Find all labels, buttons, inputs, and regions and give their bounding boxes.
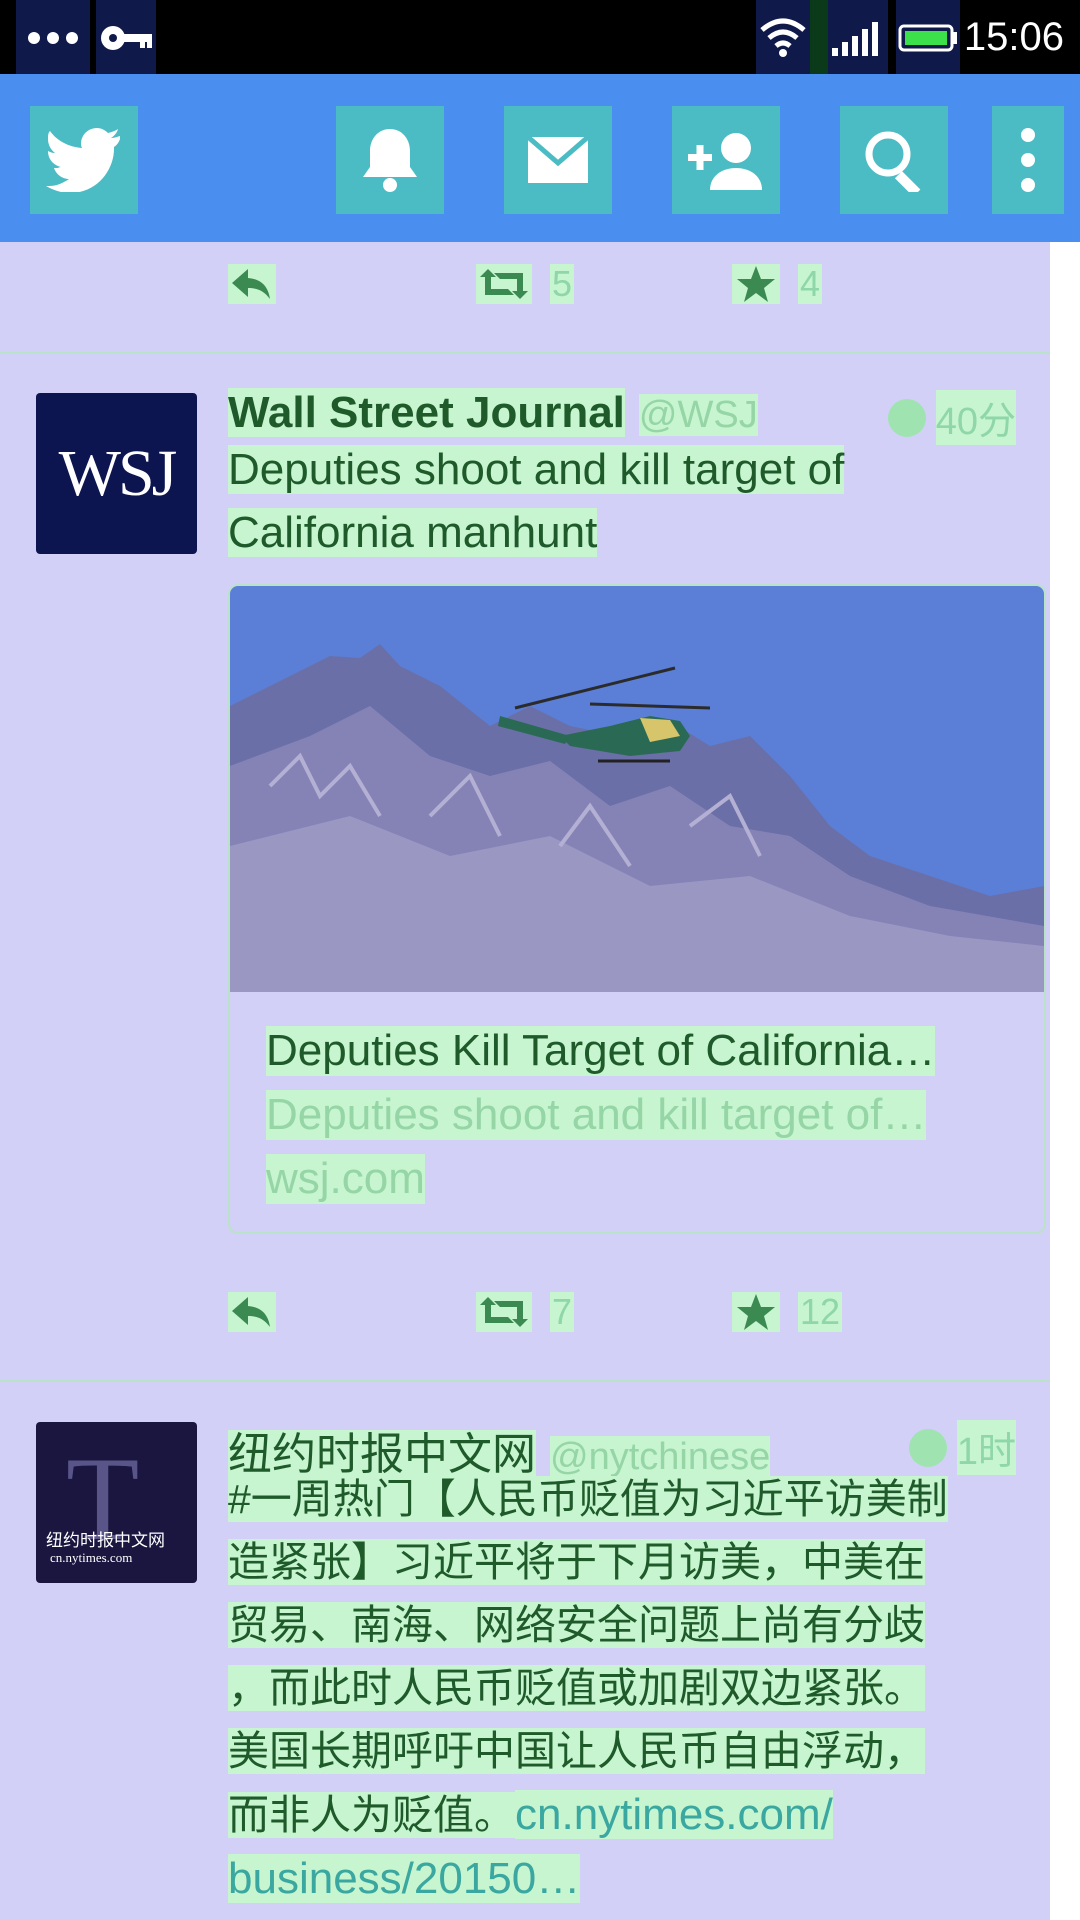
avatar[interactable]: WSJ	[36, 393, 197, 554]
star-icon	[732, 1292, 780, 1332]
author-name: Wall Street Journal	[228, 388, 625, 437]
reply-button[interactable]	[228, 1292, 276, 1332]
twitter-home-button[interactable]	[30, 106, 138, 214]
more-dots-icon	[16, 0, 90, 74]
tweet-time: 1时	[908, 1420, 1016, 1475]
twitter-bird-icon	[46, 128, 120, 192]
search-icon	[865, 131, 921, 192]
reply-button[interactable]	[228, 264, 276, 304]
tweet-text: #一周热门【人民币贬值为习近平访美制 造紧张】习近平将于下月访美，中美在 贸易、…	[228, 1468, 1048, 1911]
battery-icon	[896, 0, 960, 74]
avatar[interactable]: T 纽约时报中文网 cn.nytimes.com	[36, 1422, 197, 1583]
reply-icon	[228, 264, 276, 304]
retweet-button[interactable]: 7	[476, 1291, 575, 1332]
favorite-count: 4	[798, 263, 823, 304]
top-toolbar	[0, 74, 1080, 242]
retweet-count: 7	[550, 1291, 575, 1332]
clock: 15:06	[963, 15, 1064, 59]
time-label: 40分	[935, 390, 1016, 445]
scroll-edge	[1050, 242, 1080, 1920]
messages-envelope-icon	[526, 135, 590, 183]
tweet-link[interactable]: cn.nytimes.com/	[515, 1790, 833, 1839]
overflow-menu-button[interactable]	[992, 106, 1064, 214]
signal-icon	[828, 0, 888, 74]
card-title: Deputies Kill Target of California…	[266, 1026, 936, 1076]
tweet-text-line: Deputies shoot and kill target of	[228, 445, 845, 494]
card-description: Deputies shoot and kill target of…	[266, 1090, 927, 1140]
messages-button[interactable]	[504, 106, 612, 214]
tweet-text-line: California manhunt	[228, 508, 598, 557]
retweet-count: 5	[550, 263, 575, 304]
tweet-author[interactable]: Wall Street Journal @WSJ	[228, 388, 758, 438]
tweet-link-continued[interactable]: business/20150…	[228, 1854, 581, 1903]
tweet-text-line: 造紧张】习近平将于下月访美，中美在	[228, 1539, 925, 1585]
globe-icon	[908, 1428, 947, 1467]
tweet-text: Deputies shoot and kill target of Califo…	[228, 438, 1048, 564]
retweet-icon	[476, 1292, 532, 1332]
timeline-feed[interactable]: 5 4 WSJ Wall Street Journal @WSJ 40分 Depu…	[0, 242, 1050, 1920]
star-icon	[732, 264, 780, 304]
time-label: 1时	[956, 1420, 1016, 1475]
add-user-button[interactable]	[672, 106, 780, 214]
tweet-divider	[0, 352, 1050, 354]
notifications-button[interactable]	[336, 106, 444, 214]
tweet-text-line: #一周热门【人民币贬值为习近平访美制	[228, 1476, 948, 1522]
status-divider	[810, 0, 828, 74]
avatar-sublabel: cn.nytimes.com	[50, 1550, 133, 1565]
globe-icon	[887, 398, 926, 437]
favorite-count: 12	[798, 1291, 843, 1332]
more-vert-icon	[1021, 128, 1035, 192]
key-icon	[96, 0, 156, 74]
favorite-button[interactable]: 12	[732, 1291, 843, 1332]
search-button[interactable]	[840, 106, 948, 214]
avatar-wsj-logo: WSJ	[58, 436, 178, 510]
card-image-helicopter	[230, 586, 1044, 992]
status-bar: 15:06	[0, 0, 1080, 74]
tweet-time: 40分	[887, 390, 1016, 445]
add-user-icon	[688, 133, 762, 190]
tweet-text-line: 美国长期呼吁中国让人民币自由浮动，	[228, 1728, 925, 1774]
link-card[interactable]: Deputies Kill Target of California… Depu…	[228, 584, 1046, 1234]
retweet-icon	[476, 264, 532, 304]
retweet-button[interactable]: 5	[476, 263, 575, 304]
favorite-button[interactable]: 4	[732, 263, 823, 304]
tweet-divider	[0, 1380, 1050, 1382]
notifications-bell-icon	[363, 129, 417, 192]
tweet-text-line: 贸易、南海、网络安全问题上尚有分歧	[228, 1602, 925, 1648]
author-handle: @WSJ	[638, 394, 758, 436]
avatar-label: 纽约时报中文网	[46, 1531, 165, 1551]
reply-icon	[228, 1292, 276, 1332]
tweet-text-line: ，而此时人民币贬值或加剧双边紧张。	[228, 1665, 925, 1711]
tweet-text-line: 而非人为贬值。	[228, 1792, 515, 1838]
wifi-icon	[756, 0, 810, 74]
card-domain: wsj.com	[266, 1154, 425, 1204]
